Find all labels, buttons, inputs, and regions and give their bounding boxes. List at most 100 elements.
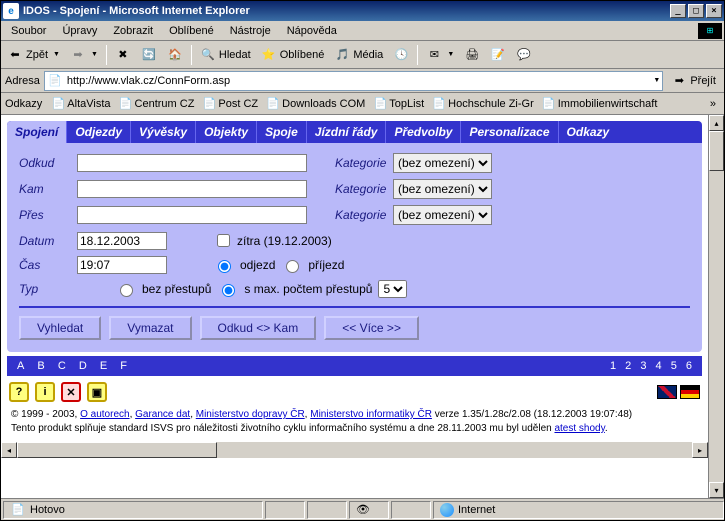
odjezd-radio[interactable] bbox=[218, 260, 231, 273]
num-4[interactable]: 4 bbox=[656, 360, 662, 372]
warning-icon[interactable]: ✕ bbox=[61, 382, 81, 402]
print-button[interactable]: 🖨 bbox=[460, 45, 484, 65]
num-6[interactable]: 6 bbox=[686, 360, 692, 372]
tab-predvolby[interactable]: Předvolby bbox=[385, 121, 460, 143]
prijezd-radio[interactable] bbox=[286, 260, 299, 273]
favorites-button[interactable]: ⭐Oblíbené bbox=[257, 45, 329, 65]
kategorie-select-3[interactable]: (bez omezení) bbox=[393, 205, 492, 225]
letter-c[interactable]: C bbox=[58, 360, 66, 372]
search-button[interactable]: 🔍Hledat bbox=[196, 45, 255, 65]
num-2[interactable]: 2 bbox=[625, 360, 631, 372]
tab-spoje[interactable]: Spoje bbox=[256, 121, 306, 143]
link-immobilien[interactable]: 📄Immobilienwirtschaft bbox=[539, 95, 661, 113]
tab-spojeni[interactable]: Spojení bbox=[7, 121, 66, 143]
horizontal-scrollbar[interactable]: ◂ ▸ bbox=[1, 442, 708, 458]
discuss-button[interactable]: 💬 bbox=[512, 45, 536, 65]
vice-button[interactable]: << Více >> bbox=[324, 316, 419, 340]
menu-zobrazit[interactable]: Zobrazit bbox=[105, 23, 161, 39]
letter-e[interactable]: E bbox=[100, 360, 107, 372]
minimize-button[interactable]: _ bbox=[670, 4, 686, 18]
menu-upravy[interactable]: Úpravy bbox=[54, 23, 105, 39]
stop-button[interactable]: ✖ bbox=[111, 45, 135, 65]
menu-nastroje[interactable]: Nástroje bbox=[222, 23, 279, 39]
go-button[interactable]: ➡Přejít bbox=[667, 71, 720, 91]
num-1[interactable]: 1 bbox=[610, 360, 616, 372]
datum-input[interactable] bbox=[77, 232, 167, 250]
browser-window: e IDOS - Spojení - Microsoft Internet Ex… bbox=[0, 0, 725, 521]
odkud-kam-button[interactable]: Odkud <> Kam bbox=[200, 316, 317, 340]
max-prestupu-select[interactable]: 5 bbox=[378, 280, 407, 298]
flag-uk-icon[interactable] bbox=[657, 385, 677, 399]
kategorie-select-1[interactable]: (bez omezení) bbox=[393, 153, 492, 173]
info-icon[interactable]: i bbox=[35, 382, 55, 402]
address-input-wrap[interactable]: 📄 http://www.vlak.cz/ConnForm.asp ▼ bbox=[44, 71, 663, 91]
home-button[interactable]: 🏠 bbox=[163, 45, 187, 65]
letter-b[interactable]: B bbox=[37, 360, 44, 372]
link-downloads[interactable]: 📄Downloads COM bbox=[263, 95, 368, 113]
kam-input[interactable] bbox=[77, 180, 307, 198]
mail-button[interactable]: ✉▼ bbox=[422, 45, 458, 65]
v-scroll-thumb[interactable] bbox=[709, 131, 724, 171]
cas-input[interactable] bbox=[77, 256, 167, 274]
help-icon[interactable]: ? bbox=[9, 382, 29, 402]
vymazat-button[interactable]: Vymazat bbox=[109, 316, 191, 340]
max-prestupu-radio[interactable] bbox=[222, 284, 235, 297]
link-min-inf[interactable]: Ministerstvo informatiky ČR bbox=[310, 409, 432, 420]
bez-prestupu-radio[interactable] bbox=[120, 284, 133, 297]
address-label: Adresa bbox=[5, 75, 40, 87]
kategorie-select-2[interactable]: (bez omezení) bbox=[393, 179, 492, 199]
maximize-button[interactable]: □ bbox=[688, 4, 704, 18]
tab-vyvesky[interactable]: Vývěsky bbox=[130, 121, 195, 143]
vyhledat-button[interactable]: Vyhledat bbox=[19, 316, 101, 340]
tab-objekty[interactable]: Objekty bbox=[195, 121, 256, 143]
page-icon: 📄 bbox=[51, 97, 65, 111]
letter-f[interactable]: F bbox=[120, 360, 127, 372]
zitra-checkbox[interactable] bbox=[217, 234, 230, 247]
link-altavista[interactable]: 📄AltaVista bbox=[48, 95, 113, 113]
pres-input[interactable] bbox=[77, 206, 307, 224]
menu-soubor[interactable]: Soubor bbox=[3, 23, 54, 39]
menu-oblibene[interactable]: Oblíbené bbox=[161, 23, 222, 39]
link-post[interactable]: 📄Post CZ bbox=[199, 95, 261, 113]
num-5[interactable]: 5 bbox=[671, 360, 677, 372]
num-3[interactable]: 3 bbox=[640, 360, 646, 372]
link-centrum[interactable]: 📄Centrum CZ bbox=[116, 95, 198, 113]
scroll-right-button[interactable]: ▸ bbox=[692, 442, 708, 458]
media-label: Média bbox=[353, 49, 383, 61]
history-icon: 🕓 bbox=[393, 47, 409, 63]
tab-jizdni-rady[interactable]: Jízdní řády bbox=[306, 121, 386, 143]
scroll-left-button[interactable]: ◂ bbox=[1, 442, 17, 458]
links-overflow[interactable]: » bbox=[706, 98, 720, 110]
media-button[interactable]: 🎵Média bbox=[330, 45, 387, 65]
link-autorech[interactable]: O autorech bbox=[80, 409, 129, 420]
address-dropdown-icon[interactable]: ▼ bbox=[653, 77, 660, 84]
refresh-icon: 🔄 bbox=[141, 47, 157, 63]
link-toplist[interactable]: 📄TopList bbox=[370, 95, 427, 113]
menu-napoveda[interactable]: Nápověda bbox=[279, 23, 345, 39]
letter-a[interactable]: A bbox=[17, 360, 24, 372]
scroll-down-button[interactable]: ▾ bbox=[709, 482, 724, 498]
footer-text: © 1999 - 2003, O autorech, Garance dat, … bbox=[7, 408, 702, 436]
link-hochschule[interactable]: 📄Hochschule Zi-Gr bbox=[429, 95, 537, 113]
odkud-label: Odkud bbox=[19, 156, 69, 170]
tab-personalizace[interactable]: Personalizace bbox=[460, 121, 557, 143]
edit-button[interactable]: 📝 bbox=[486, 45, 510, 65]
letter-d[interactable]: D bbox=[79, 360, 87, 372]
go-icon: ➡ bbox=[671, 73, 687, 89]
tab-odkazy[interactable]: Odkazy bbox=[558, 121, 618, 143]
scroll-up-button[interactable]: ▴ bbox=[709, 115, 724, 131]
flag-de-icon[interactable] bbox=[680, 385, 700, 399]
h-scroll-thumb[interactable] bbox=[17, 442, 217, 458]
vertical-scrollbar[interactable]: ▴ ▾ bbox=[708, 115, 724, 498]
back-button[interactable]: ⬅Zpět▼ bbox=[3, 45, 64, 65]
close-button[interactable]: × bbox=[706, 4, 722, 18]
link-garance[interactable]: Garance dat bbox=[135, 409, 190, 420]
link-min-dopravy[interactable]: Ministerstvo dopravy ČR bbox=[196, 409, 305, 420]
history-button[interactable]: 🕓 bbox=[389, 45, 413, 65]
refresh-button[interactable]: 🔄 bbox=[137, 45, 161, 65]
link-atest[interactable]: atest shody bbox=[554, 423, 604, 434]
odkud-input[interactable] bbox=[77, 154, 307, 172]
tab-odjezdy[interactable]: Odjezdy bbox=[66, 121, 130, 143]
bookmark-icon[interactable]: ▣ bbox=[87, 382, 107, 402]
forward-button[interactable]: ➡▼ bbox=[66, 45, 102, 65]
